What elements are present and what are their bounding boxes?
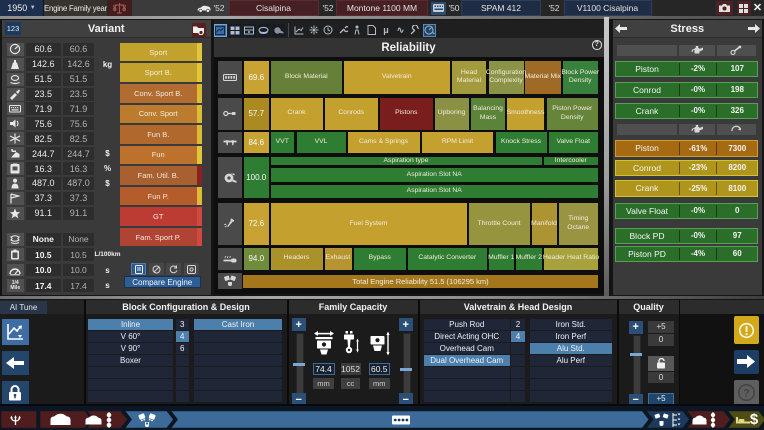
svg-text:?: ? xyxy=(743,387,750,399)
